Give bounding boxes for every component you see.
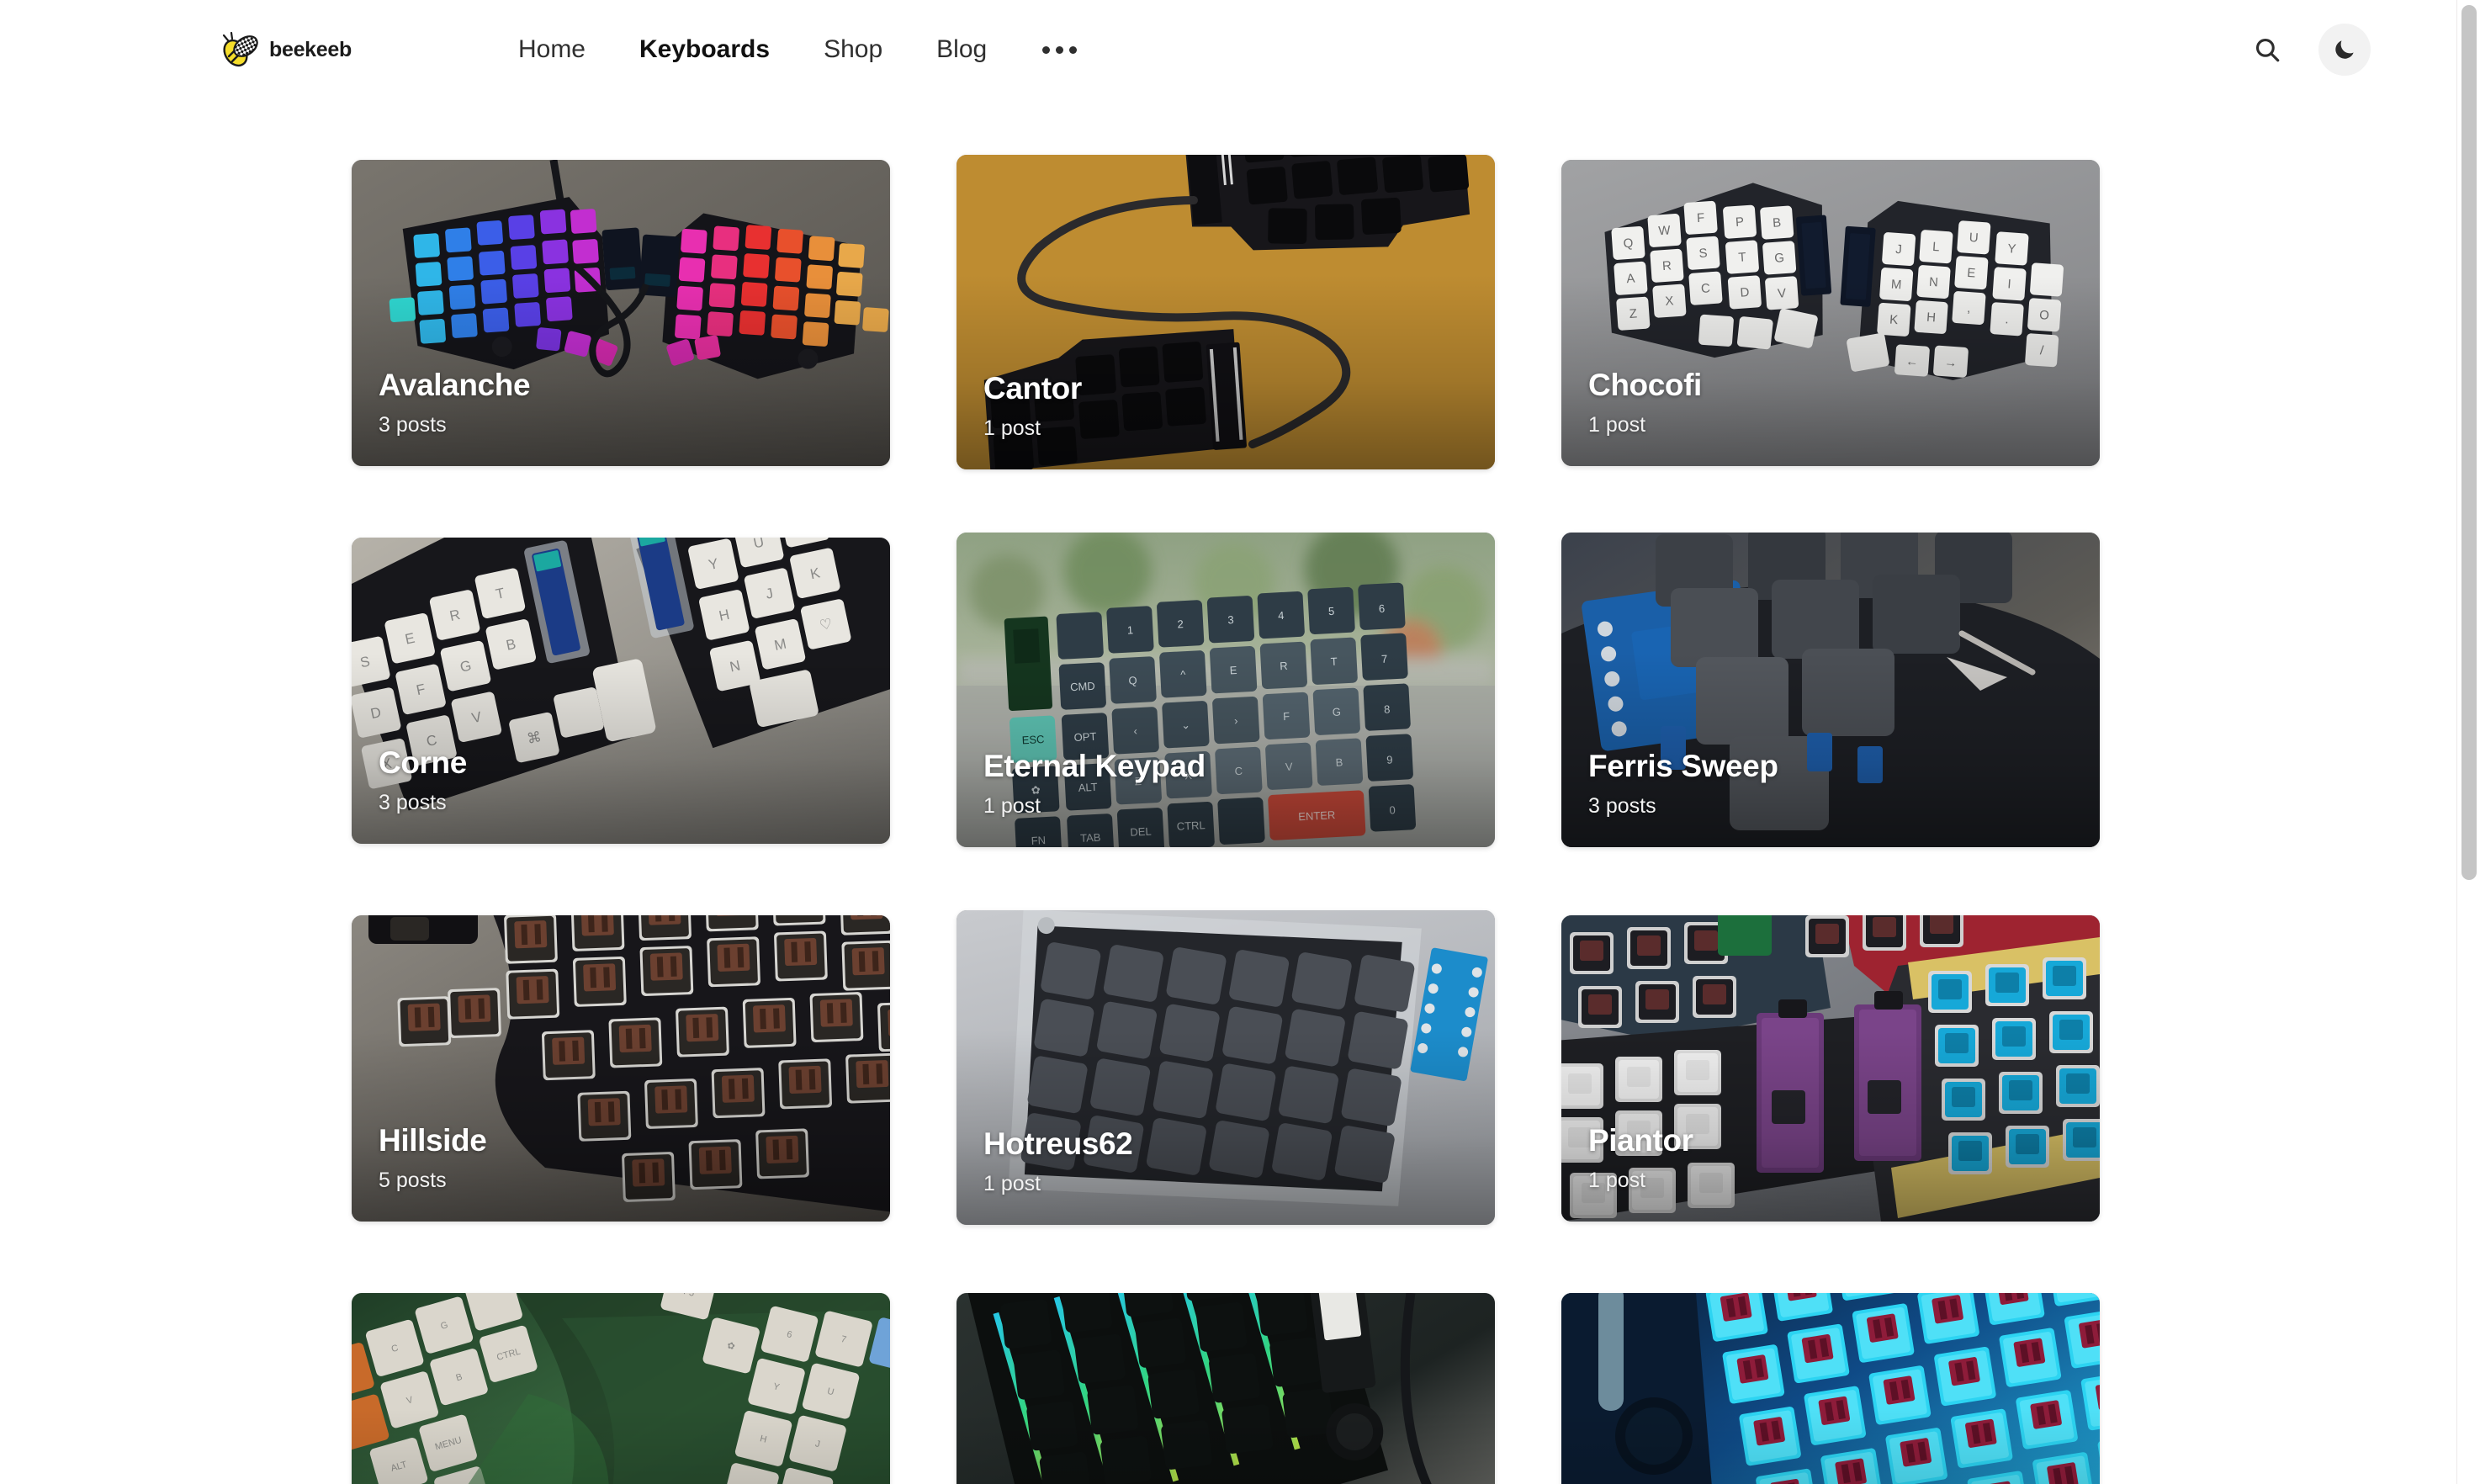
svg-text:L: L bbox=[1932, 240, 1941, 255]
svg-text:R: R bbox=[1661, 258, 1672, 273]
svg-text:2: 2 bbox=[1177, 617, 1184, 630]
card-scrim bbox=[1561, 1409, 2100, 1484]
card-post-count: 1 post bbox=[1588, 413, 1646, 437]
keyboard-card-hotreus62[interactable]: Hotreus62 1 post bbox=[956, 910, 1495, 1225]
card-title: Hotreus62 bbox=[983, 1126, 1133, 1162]
card-text: Hotreus62 1 post bbox=[983, 1126, 1133, 1196]
ellipsis-icon[interactable] bbox=[1014, 45, 1105, 54]
card-title: Chocofi bbox=[1588, 368, 1702, 403]
svg-text:T: T bbox=[1738, 250, 1746, 265]
moon-icon[interactable] bbox=[2318, 24, 2371, 76]
card-post-count: 1 post bbox=[1588, 1169, 1646, 1192]
svg-text:4: 4 bbox=[1278, 609, 1285, 622]
page-root: beekeeb Home Keyboards Shop Blog Avalanc… bbox=[0, 0, 2480, 1484]
card-post-count: 3 posts bbox=[379, 791, 447, 814]
keyboard-card-sofle-rgb-mx[interactable]: Sofle RGB MX bbox=[1561, 1293, 2100, 1484]
brand-name: beekeeb bbox=[269, 37, 352, 61]
card-title: Cantor bbox=[983, 371, 1082, 406]
brand-logo-link[interactable]: beekeeb bbox=[215, 28, 352, 72]
keyboard-card-redox[interactable]: C G V B CTRL ALT MENU FUNC PGDN DEL HOME bbox=[352, 1293, 890, 1484]
svg-text:S: S bbox=[1698, 246, 1708, 261]
svg-text:F: F bbox=[1696, 211, 1704, 226]
ellipsis-dot bbox=[1069, 45, 1078, 54]
card-text: Eternal Keypad 1 post bbox=[983, 750, 1206, 819]
ellipsis-dot bbox=[1042, 45, 1051, 54]
keyboard-card-piantor[interactable]: Piantor 1 post bbox=[1561, 915, 2100, 1222]
svg-text:6: 6 bbox=[1379, 602, 1386, 615]
keyboard-card-corne[interactable]: S E R T D F G B X C V ⌘ bbox=[352, 538, 890, 844]
card-text: Piantor 1 post bbox=[1588, 1124, 1693, 1193]
main-nav: Home Keyboards Shop Blog bbox=[491, 37, 1105, 62]
card-post-count: 5 posts bbox=[379, 1169, 447, 1192]
site-header: beekeeb Home Keyboards Shop Blog bbox=[0, 0, 2456, 99]
card-title: Piantor bbox=[1588, 1123, 1693, 1158]
nav-item-blog[interactable]: Blog bbox=[909, 37, 1014, 62]
search-icon[interactable] bbox=[2248, 30, 2287, 69]
card-post-count: 1 post bbox=[983, 1172, 1041, 1195]
keyboard-card-grid: Avalanche 3 posts Cantor 1 post Q W F P … bbox=[352, 155, 2100, 1484]
svg-text:P: P bbox=[1735, 215, 1744, 230]
keyboard-card-ferris-sweep[interactable]: Ferris Sweep 3 posts bbox=[1561, 533, 2100, 847]
svg-text:U: U bbox=[1969, 231, 1979, 246]
card-title: Eternal Keypad bbox=[983, 749, 1206, 784]
card-text: Corne 3 posts bbox=[379, 746, 467, 815]
card-title: Ferris Sweep bbox=[1588, 749, 1778, 784]
card-text: Avalanche 3 posts bbox=[379, 368, 531, 437]
nav-item-keyboards[interactable]: Keyboards bbox=[612, 37, 797, 62]
card-post-count: 1 post bbox=[983, 794, 1041, 818]
card-post-count: 3 posts bbox=[1588, 794, 1656, 818]
card-text: Chocofi 1 post bbox=[1588, 368, 1702, 437]
svg-text:1: 1 bbox=[1126, 623, 1133, 636]
nav-item-home[interactable]: Home bbox=[491, 37, 612, 62]
card-post-count: 3 posts bbox=[379, 413, 447, 437]
nav-item-shop[interactable]: Shop bbox=[797, 37, 909, 62]
card-scrim bbox=[956, 1409, 1495, 1484]
svg-text:3: 3 bbox=[1227, 613, 1234, 626]
scrollbar-thumb[interactable] bbox=[2461, 5, 2477, 880]
ellipsis-dot bbox=[1056, 45, 1064, 54]
card-text: Hillside 5 posts bbox=[379, 1123, 487, 1193]
keyboard-card-cantor[interactable]: Cantor 1 post bbox=[956, 155, 1495, 469]
keyboard-card-avalanche[interactable]: Avalanche 3 posts bbox=[352, 160, 890, 466]
svg-text:Q: Q bbox=[1623, 236, 1634, 252]
svg-text:G: G bbox=[1774, 251, 1785, 266]
keyboard-card-eternal-keypad[interactable]: ESC ✿ FN bbox=[956, 533, 1495, 847]
keyboard-card-hillside[interactable]: Hillside 5 posts bbox=[352, 915, 890, 1222]
card-scrim bbox=[352, 1409, 890, 1484]
svg-text:Y: Y bbox=[2007, 241, 2016, 257]
svg-text:J: J bbox=[1895, 242, 1903, 257]
card-title: Corne bbox=[379, 745, 467, 781]
header-actions bbox=[2248, 0, 2371, 99]
keyboard-card-sofle-rgb-choc[interactable]: Sofle RGB Choc bbox=[956, 1293, 1495, 1484]
card-post-count: 1 post bbox=[983, 416, 1041, 440]
svg-text:W: W bbox=[1658, 223, 1672, 238]
card-title: Avalanche bbox=[379, 368, 531, 403]
svg-text:B: B bbox=[1773, 215, 1782, 231]
svg-text:5: 5 bbox=[1328, 605, 1335, 617]
card-text: Ferris Sweep 3 posts bbox=[1588, 750, 1778, 819]
keyboard-card-chocofi[interactable]: Q W F P B A R S T G Z X C bbox=[1561, 160, 2100, 466]
page-scrollbar[interactable] bbox=[2456, 0, 2480, 1484]
card-text: Cantor 1 post bbox=[983, 372, 1082, 441]
bee-logo-icon bbox=[215, 28, 264, 72]
card-title: Hillside bbox=[379, 1123, 487, 1158]
